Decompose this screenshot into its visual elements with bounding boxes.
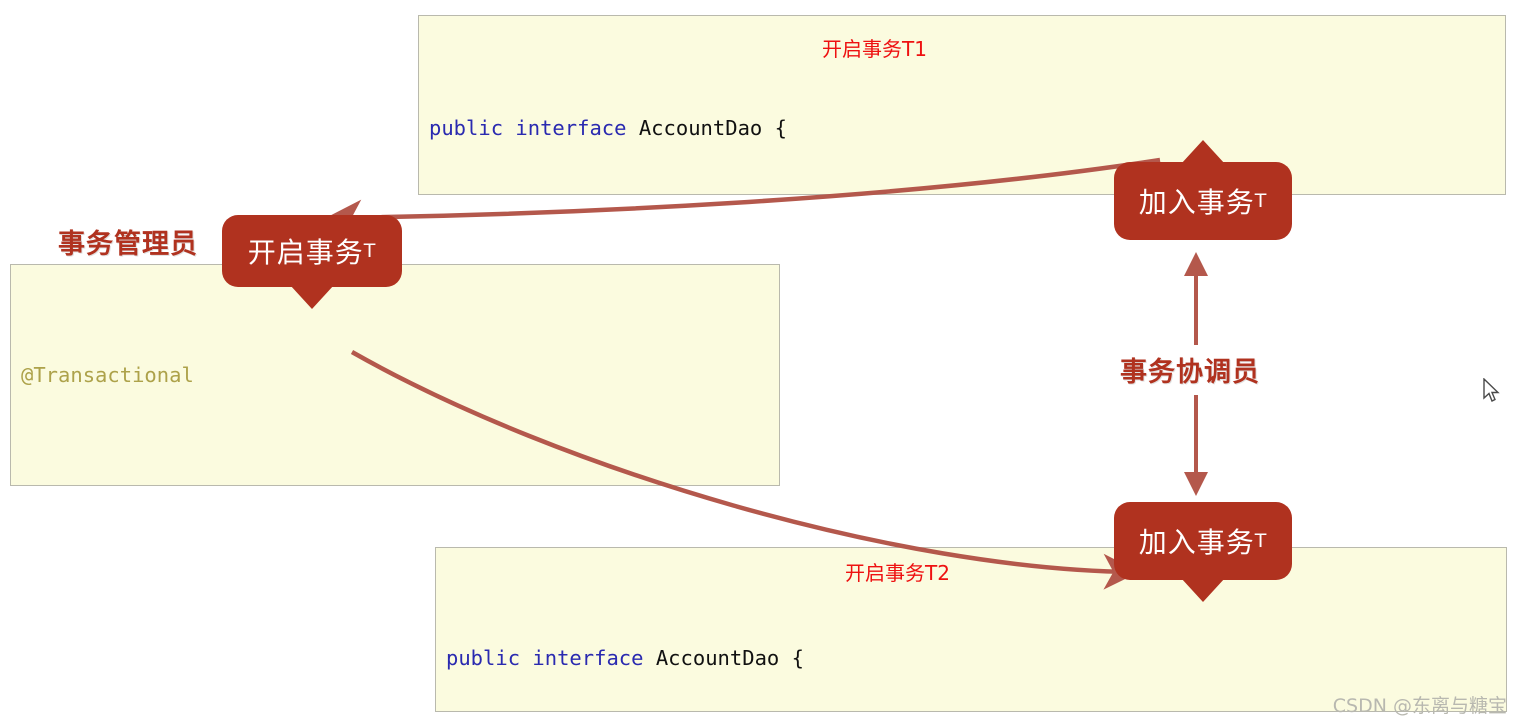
- badge-label-sub: T: [1254, 190, 1268, 212]
- note-begin-tx-t2: 开启事务T2: [845, 561, 950, 585]
- note-begin-tx-t1: 开启事务T1: [822, 37, 927, 61]
- badge-label-sub: T: [363, 240, 377, 262]
- code-token: AccountDao {: [643, 646, 817, 670]
- badge-join-transaction-t-top[interactable]: 加入事务 T: [1114, 140, 1292, 240]
- mouse-cursor-icon: [1483, 378, 1500, 402]
- title-transaction-coordinator: 事务协调员: [1120, 357, 1260, 388]
- badge-label: 加入事务: [1138, 526, 1255, 559]
- code-token: @Transactional: [21, 363, 194, 387]
- code-line: public void transfer(String out,String i…: [21, 478, 779, 485]
- code-token: interface: [515, 116, 627, 140]
- code-token: public: [429, 116, 504, 140]
- code-token: AccountDao {: [626, 116, 800, 140]
- code-block-out-dao: public interface AccountDao { @Update("u…: [418, 15, 1506, 195]
- badge-label-sub: T: [1254, 530, 1268, 552]
- title-transaction-manager: 事务管理员: [58, 229, 198, 260]
- badge-join-transaction-t-bottom[interactable]: 加入事务 T: [1114, 502, 1292, 602]
- diagram-canvas: public interface AccountDao { @Update("u…: [0, 0, 1517, 722]
- badge-label: 加入事务: [1138, 186, 1255, 219]
- watermark: CSDN @东离与糖宝: [1332, 695, 1507, 717]
- code-token: interface: [532, 646, 644, 670]
- code-block-in-dao: public interface AccountDao { @Update("u…: [435, 547, 1507, 712]
- code-line: public interface AccountDao {: [429, 108, 1505, 149]
- code-token: public: [446, 646, 521, 670]
- badge-label: 开启事务: [247, 236, 364, 269]
- badge-begin-transaction-t[interactable]: 开启事务 T: [222, 215, 402, 309]
- code-block-transfer-service: @Transactional public void transfer(Stri…: [10, 264, 780, 486]
- code-line: @Transactional: [21, 355, 779, 396]
- code-line: public interface AccountDao {: [446, 638, 1506, 679]
